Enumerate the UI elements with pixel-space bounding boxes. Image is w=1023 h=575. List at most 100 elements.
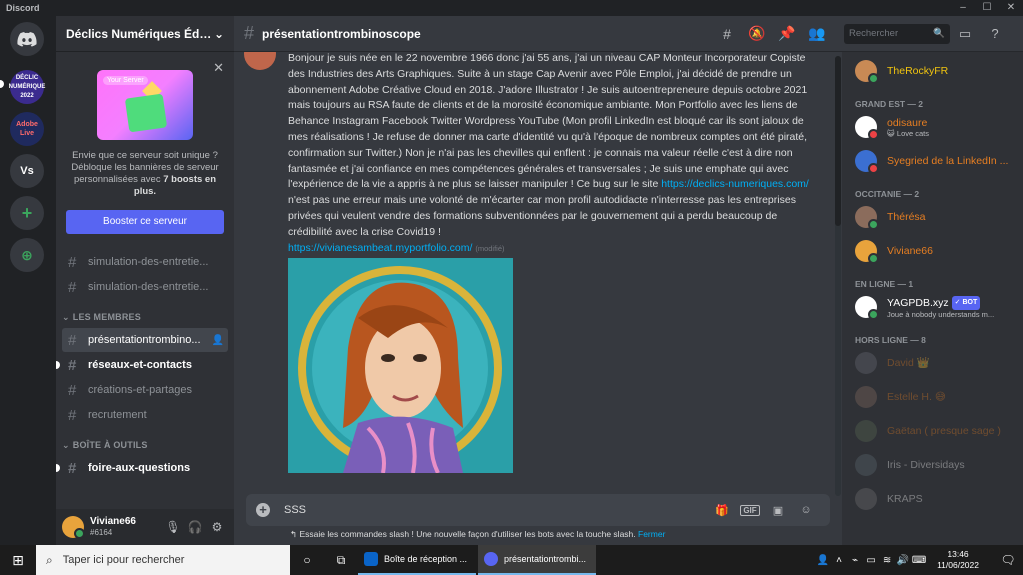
gif-button[interactable]: GIF bbox=[740, 504, 760, 516]
avatar[interactable] bbox=[244, 52, 276, 70]
chevron-up-icon[interactable]: ˄ bbox=[831, 555, 847, 566]
add-icon: + bbox=[21, 202, 33, 223]
network-icon[interactable]: ⌁ bbox=[847, 555, 863, 566]
member-item[interactable]: Iris - Diversidays bbox=[842, 448, 1023, 482]
channel-simulation-2[interactable]: # simulation-des-entretie... bbox=[62, 275, 228, 299]
maximize-button[interactable]: ☐ bbox=[975, 0, 999, 16]
battery-icon[interactable]: ▭ bbox=[863, 555, 879, 566]
clock[interactable]: 13:46 11/06/2022 bbox=[937, 549, 979, 571]
member-text: TheRockyFR bbox=[887, 65, 1023, 77]
message-text-2: n'est pas une erreur mais une volonté de… bbox=[288, 194, 796, 238]
member-item[interactable]: odisaure 😺 Love cats bbox=[842, 110, 1023, 144]
member-text: Viviane66 bbox=[887, 245, 1023, 257]
category-label: BOÎTE À OUTILS bbox=[72, 440, 148, 450]
channel-simulation-1[interactable]: # simulation-des-entretie... bbox=[62, 250, 228, 274]
server-declic-label: DÉCLIC NUMÉRIQUE 2022 bbox=[8, 74, 46, 99]
channel-list: # simulation-des-entretie... # simulation-… bbox=[56, 250, 234, 480]
member-item[interactable]: TheRockyFR bbox=[842, 54, 1023, 88]
help-icon[interactable]: ? bbox=[980, 26, 1010, 41]
member-item[interactable]: KRAPS bbox=[842, 482, 1023, 516]
message-list: Bonjour je suis née en le 22 novembre 19… bbox=[234, 52, 838, 498]
slash-tip-close[interactable]: Fermer bbox=[638, 529, 665, 539]
notifications-icon[interactable]: 🗨 bbox=[993, 553, 1023, 567]
portrait-image[interactable] bbox=[288, 258, 513, 474]
taskbar-app-label: Boîte de réception ... bbox=[384, 554, 468, 564]
category-les-membres[interactable]: ⌄ LES MEMBRES bbox=[56, 307, 234, 327]
channel-reseaux[interactable]: # réseaux-et-contacts bbox=[56, 353, 228, 377]
add-attachment-icon[interactable]: + bbox=[256, 503, 270, 517]
person-icon[interactable]: 👤 bbox=[815, 555, 831, 566]
avatar bbox=[855, 240, 879, 264]
member-item[interactable]: Thérésa bbox=[842, 200, 1023, 234]
member-item[interactable]: Viviane66 bbox=[842, 234, 1023, 268]
server-declic[interactable]: DÉCLIC NUMÉRIQUE 2022 bbox=[8, 70, 46, 104]
home-button[interactable] bbox=[10, 22, 44, 56]
wifi-icon[interactable]: ≋ bbox=[879, 555, 895, 566]
explore-servers-button[interactable]: ⊕ bbox=[10, 238, 44, 272]
threads-icon[interactable]: # bbox=[712, 26, 742, 42]
gift-box-icon bbox=[124, 93, 168, 133]
hash-icon: # bbox=[244, 23, 255, 43]
portfolio-link[interactable]: https://vivianesambeat.myportfolio.com/ bbox=[288, 242, 472, 254]
channel-faq[interactable]: # foire-aux-questions bbox=[56, 456, 228, 480]
guild-header[interactable]: Déclics Numériques Édit... ⌄ bbox=[56, 16, 234, 52]
gift-icon[interactable]: 🎁 bbox=[708, 504, 736, 517]
discord-icon bbox=[484, 552, 498, 566]
chat-area: # présentationtrombinoscope # 🔕 📌 👥 Bonj… bbox=[234, 16, 842, 545]
close-icon[interactable]: ✕ bbox=[213, 60, 224, 76]
message-text: Bonjour je suis née en le 22 novembre 19… bbox=[288, 52, 808, 191]
hash-icon: # bbox=[68, 253, 77, 271]
task-view-icon[interactable]: ⧉ bbox=[324, 553, 358, 568]
search-input[interactable]: Rechercher 🔍 bbox=[844, 23, 950, 44]
cortana-icon[interactable]: ○ bbox=[290, 553, 324, 567]
avatar bbox=[855, 454, 877, 476]
server-adobe-live[interactable]: Adobe Live bbox=[10, 112, 44, 146]
member-item[interactable]: YAGPDB.xyz ✓ BOT Joue à nobody understands… bbox=[842, 290, 1023, 324]
hash-icon: # bbox=[68, 356, 77, 374]
add-member-icon[interactable]: 👤 bbox=[212, 335, 224, 346]
taskbar-app-mail[interactable]: Boîte de réception ... bbox=[358, 545, 476, 575]
headphones-icon[interactable]: 🎧 bbox=[184, 520, 206, 534]
minimize-button[interactable]: – bbox=[951, 0, 975, 16]
message-link[interactable]: https://declics-numeriques.com/ bbox=[661, 178, 809, 190]
keyboard-icon[interactable]: ⌨ bbox=[911, 555, 927, 566]
channel-presentation[interactable]: # présentationtrombino... 👤 bbox=[62, 328, 228, 352]
pin-icon[interactable]: 📌 bbox=[772, 25, 802, 42]
message-input[interactable]: SSS bbox=[284, 504, 708, 516]
avatar[interactable] bbox=[62, 516, 85, 539]
unread-indicator bbox=[56, 361, 60, 369]
scrollbar-thumb[interactable] bbox=[835, 56, 841, 226]
chat-scrollbar[interactable] bbox=[835, 56, 841, 496]
windows-start-icon[interactable]: ⊞ bbox=[0, 552, 36, 569]
emoji-icon[interactable]: ☺ bbox=[792, 504, 820, 516]
channel-label: simulation-des-entretie... bbox=[88, 256, 209, 268]
microphone-icon[interactable]: 🎙 bbox=[162, 520, 184, 534]
member-item[interactable]: Syegried de la LinkedIn ... bbox=[842, 144, 1023, 178]
member-text: Gaëtan ( presque sage ) bbox=[887, 425, 1023, 437]
member-item[interactable]: David 👑 bbox=[842, 346, 1023, 380]
boost-server-button[interactable]: Booster ce serveur bbox=[66, 210, 224, 234]
taskbar-app-discord[interactable]: présentationtrombi... bbox=[478, 545, 596, 575]
member-group-title: OCCITANIE — 2 bbox=[855, 189, 920, 199]
server-vs[interactable]: Vs bbox=[10, 154, 44, 188]
channel-creations[interactable]: # créations-et-partages bbox=[62, 378, 228, 402]
taskbar-search[interactable]: ⌕ Taper ici pour rechercher bbox=[36, 545, 290, 575]
member-text: Thérésa bbox=[887, 211, 1023, 223]
member-name-text: Thérésa bbox=[887, 211, 926, 223]
member-item[interactable]: Estelle H. 😅 bbox=[842, 380, 1023, 414]
category-boite-a-outils[interactable]: ⌄ BOÎTE À OUTILS bbox=[56, 435, 234, 455]
channel-recrutement[interactable]: # recrutement bbox=[62, 403, 228, 427]
add-server-button[interactable]: + bbox=[10, 196, 44, 230]
gear-icon[interactable]: ⚙ bbox=[206, 520, 228, 534]
member-list-icon[interactable]: 👥 bbox=[802, 25, 832, 42]
server-adobe-label: Adobe Live bbox=[16, 121, 38, 137]
search-icon: ⌕ bbox=[46, 552, 53, 567]
sticker-icon[interactable]: ▣ bbox=[764, 504, 792, 517]
close-window-button[interactable]: ✕ bbox=[999, 0, 1023, 16]
boost-description: Envie que ce serveur soit unique ? Déblo… bbox=[66, 150, 224, 198]
app-title: Discord bbox=[6, 3, 40, 13]
volume-icon[interactable]: 🔊 bbox=[895, 555, 911, 566]
inbox-icon[interactable]: ▭ bbox=[950, 26, 980, 42]
notification-bell-icon[interactable]: 🔕 bbox=[742, 25, 772, 42]
member-item[interactable]: Gaëtan ( presque sage ) bbox=[842, 414, 1023, 448]
